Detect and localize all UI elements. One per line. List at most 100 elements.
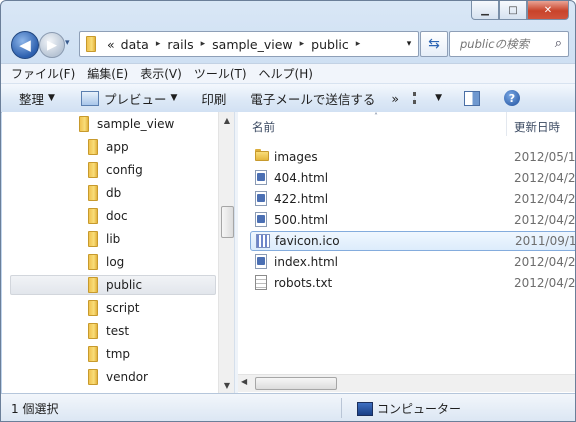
organize-button[interactable]: 整理 ▼ — [1, 89, 63, 108]
more-chevron-icon: » — [391, 90, 400, 106]
file-row-index[interactable]: index.html 2012/04/2 — [250, 252, 575, 272]
preview-button[interactable]: プレビュー ▼ — [63, 89, 185, 108]
status-bar: 1 個選択 コンピューター — [1, 393, 575, 421]
column-divider[interactable] — [506, 112, 507, 136]
breadcrumb-overflow[interactable]: « — [107, 37, 115, 52]
view-details-icon — [413, 92, 427, 104]
file-date: 2012/04/2 — [514, 276, 575, 290]
tree-item-app[interactable]: app — [88, 137, 129, 157]
address-history-dropdown[interactable]: ▾ — [400, 32, 418, 56]
refresh-button[interactable]: ⇆ — [420, 31, 448, 57]
tree-item-script[interactable]: script — [88, 298, 139, 318]
tree-item-label: app — [106, 140, 129, 154]
file-row-500[interactable]: 500.html 2012/04/2 — [250, 210, 575, 230]
tree-item-log[interactable]: log — [88, 252, 124, 272]
tree-item-label: log — [106, 255, 125, 269]
menu-tools[interactable]: ツール(T) — [188, 65, 253, 82]
file-row-422[interactable]: 422.html 2012/04/2 — [250, 189, 575, 209]
file-row-robots[interactable]: robots.txt 2012/04/2 — [250, 273, 575, 293]
search-input[interactable] — [458, 36, 550, 52]
tree-item-sample-view[interactable]: sample_view — [79, 114, 174, 134]
scroll-thumb[interactable] — [255, 377, 337, 390]
file-date: 2012/04/2 — [514, 213, 575, 227]
folder-icon — [88, 277, 98, 293]
file-name: 404.html — [274, 171, 329, 185]
column-header-date[interactable]: 更新日時 — [514, 119, 560, 135]
file-date: 2012/05/1 — [514, 150, 575, 164]
file-date: 2012/04/2 — [514, 192, 575, 206]
menu-help[interactable]: ヘルプ(H) — [253, 65, 319, 82]
tree-scrollbar[interactable]: ▲ ▼ — [218, 112, 235, 393]
file-date: 2011/09/1 — [515, 234, 575, 248]
tree-item-label: db — [106, 186, 122, 200]
preview-label: プレビュー — [103, 91, 167, 107]
scroll-up-icon[interactable]: ▲ — [219, 112, 235, 128]
tree-item-lib[interactable]: lib — [88, 229, 120, 249]
tree-item-label: public — [106, 278, 143, 292]
location-label: コンピューター — [377, 402, 462, 416]
close-button[interactable]: ✕ — [527, 1, 569, 20]
tree-item-doc[interactable]: doc — [88, 206, 128, 226]
tree-item-label: test — [106, 324, 130, 338]
breadcrumb-public[interactable]: public — [311, 37, 349, 52]
menu-file[interactable]: ファイル(F) — [5, 65, 81, 82]
breadcrumb-separator-icon[interactable]: ▸ — [201, 39, 206, 49]
tree-item-db[interactable]: db — [88, 183, 121, 203]
email-button[interactable]: 電子メールで送信する — [234, 89, 383, 108]
preview-pane-button[interactable] — [450, 90, 488, 106]
menu-view[interactable]: 表示(V) — [134, 65, 188, 82]
print-label: 印刷 — [201, 91, 227, 107]
breadcrumb-data[interactable]: data — [121, 37, 149, 52]
print-button[interactable]: 印刷 — [185, 89, 234, 108]
maximize-button[interactable]: □ — [499, 1, 527, 20]
html-file-icon — [255, 254, 267, 269]
folder-icon — [88, 346, 98, 362]
tree-item-public[interactable]: public — [10, 275, 216, 295]
menu-bar: ファイル(F) 編集(E) 表示(V) ツール(T) ヘルプ(H) — [1, 63, 575, 83]
scroll-thumb[interactable] — [221, 206, 234, 238]
more-commands-button[interactable]: » — [383, 91, 407, 106]
forward-arrow-icon: ▶ — [47, 37, 57, 53]
help-button[interactable]: ? — [488, 90, 528, 106]
breadcrumb-separator-icon[interactable]: ▸ — [356, 39, 361, 49]
tree-item-test[interactable]: test — [88, 321, 129, 341]
address-bar[interactable]: « data ▸ rails ▸ sample_view ▸ public ▸ … — [79, 31, 419, 57]
menu-edit[interactable]: 編集(E) — [81, 65, 134, 82]
sort-ascending-icon: ˄ — [374, 112, 378, 121]
breadcrumb-separator-icon[interactable]: ▸ — [300, 39, 305, 49]
file-name: images — [274, 150, 318, 164]
search-icon[interactable]: ⌕ — [555, 36, 562, 51]
tree-item-config[interactable]: config — [88, 160, 143, 180]
help-icon: ? — [503, 90, 520, 106]
change-view-button[interactable]: ▼ — [407, 92, 450, 104]
tree-item-vendor[interactable]: vendor — [88, 367, 148, 387]
breadcrumb-rails[interactable]: rails — [167, 37, 193, 52]
status-location: コンピューター — [357, 400, 461, 417]
tree-item-tmp[interactable]: tmp — [88, 344, 130, 364]
folder-icon — [88, 369, 98, 385]
search-box[interactable]: ⌕ — [449, 31, 569, 57]
recent-pages-dropdown[interactable]: ▾ — [65, 38, 70, 48]
breadcrumb-sample-view[interactable]: sample_view — [212, 37, 292, 52]
tree-item-label: config — [106, 163, 143, 177]
file-row-404[interactable]: 404.html 2012/04/2 — [250, 168, 575, 188]
selection-count: 1 個選択 — [11, 402, 59, 416]
breadcrumb-separator-icon[interactable]: ▸ — [156, 39, 161, 49]
column-headers: ˄ 名前 更新日時 — [238, 112, 575, 136]
scroll-down-icon[interactable]: ▼ — [219, 377, 235, 393]
minimize-button[interactable]: ▁ — [471, 1, 499, 20]
scroll-left-icon[interactable]: ◀ — [241, 377, 247, 386]
file-row-images[interactable]: images 2012/05/1 — [250, 147, 575, 167]
command-bar: 整理 ▼ プレビュー ▼ 印刷 電子メールで送信する » ▼ ? — [1, 83, 575, 113]
file-name: index.html — [274, 255, 338, 269]
back-button[interactable]: ◀ — [11, 31, 39, 59]
html-file-icon — [255, 212, 267, 227]
file-list-hscrollbar[interactable]: ◀ — [238, 374, 575, 392]
file-name: robots.txt — [274, 276, 333, 290]
tree-item-label: vendor — [106, 370, 148, 384]
ico-file-icon — [256, 234, 270, 248]
file-row-favicon[interactable]: favicon.ico 2011/09/1 — [250, 231, 575, 251]
forward-button[interactable]: ▶ — [39, 32, 65, 58]
column-header-name[interactable]: 名前 — [252, 119, 275, 135]
navigation-pane: sample_view app config db doc lib log pu… — [2, 112, 235, 393]
